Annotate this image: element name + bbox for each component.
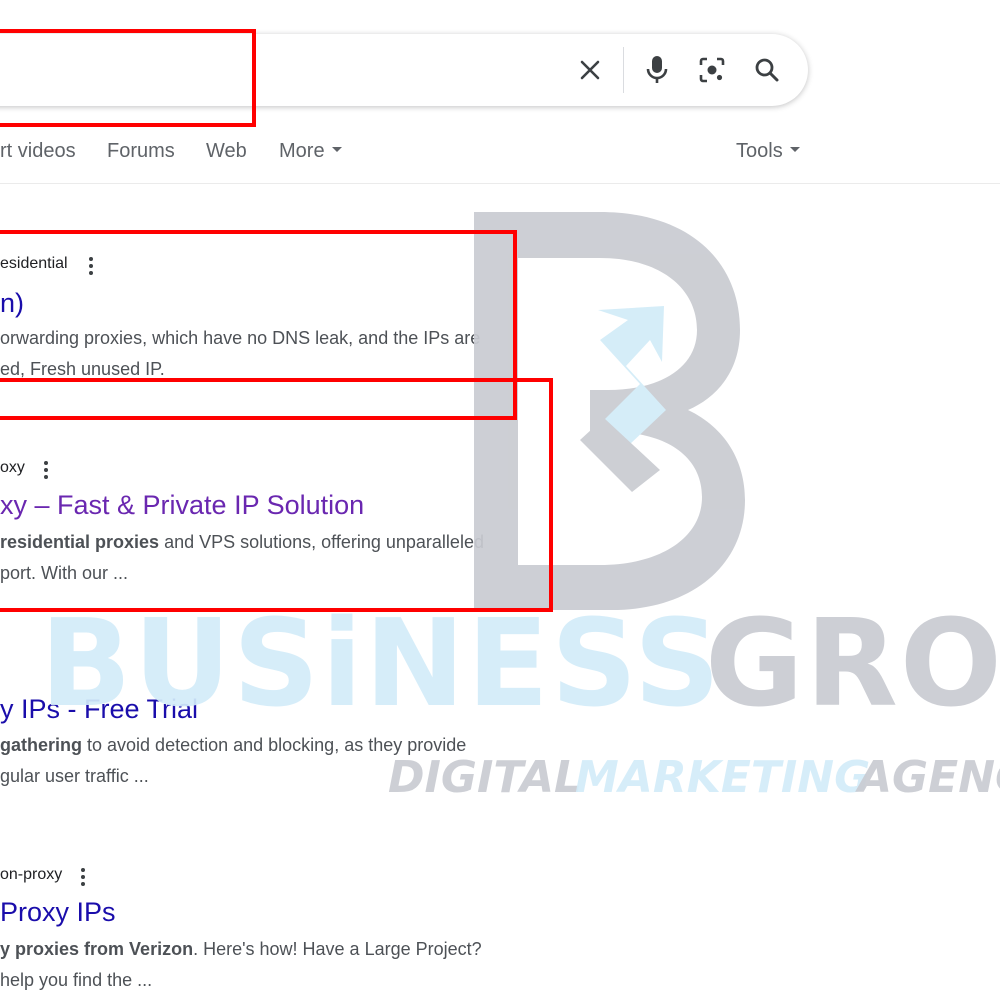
tab-web[interactable]: Web <box>206 140 247 163</box>
watermark-tagline-2: MARKETING <box>575 752 870 803</box>
result-4-snippet-bold: y proxies from Verizon <box>0 939 194 959</box>
annotation-box-result-2 <box>0 378 553 612</box>
close-icon[interactable] <box>570 50 610 90</box>
result-4-snippet-line2: help you find the ... <box>0 970 153 990</box>
result-3-snippet-bold: gathering <box>0 735 83 755</box>
tab-forums[interactable]: Forums <box>107 140 175 163</box>
result-4-snippet-line1: y proxies from Verizon. Here's how! Have… <box>0 939 482 959</box>
tab-short-videos[interactable]: rt videos <box>0 140 76 163</box>
result-3-snippet-line2: gular user traffic ... <box>0 766 149 786</box>
camera-lens-icon[interactable] <box>692 50 732 90</box>
watermark-tagline-3: AGENC <box>855 752 1000 803</box>
watermark-word-2: GROw <box>705 595 1000 734</box>
tab-tools[interactable]: Tools <box>736 140 800 163</box>
chevron-down-icon <box>331 147 342 153</box>
microphone-icon[interactable] <box>637 50 677 90</box>
chevron-down-icon <box>789 147 800 153</box>
more-options-icon[interactable] <box>80 868 86 890</box>
result-3-title[interactable]: y IPs - Free Trial <box>0 694 198 725</box>
annotation-box-search <box>0 29 256 127</box>
result-4-site[interactable]: on-proxy <box>0 866 62 884</box>
result-4-title[interactable]: Proxy IPs <box>0 897 116 928</box>
result-3-snippet-line1: gathering to avoid detection and blockin… <box>0 735 467 755</box>
tab-more[interactable]: More <box>279 140 342 163</box>
search-divider <box>623 47 624 93</box>
search-icon[interactable] <box>747 50 787 90</box>
tabs-divider <box>0 183 1000 184</box>
